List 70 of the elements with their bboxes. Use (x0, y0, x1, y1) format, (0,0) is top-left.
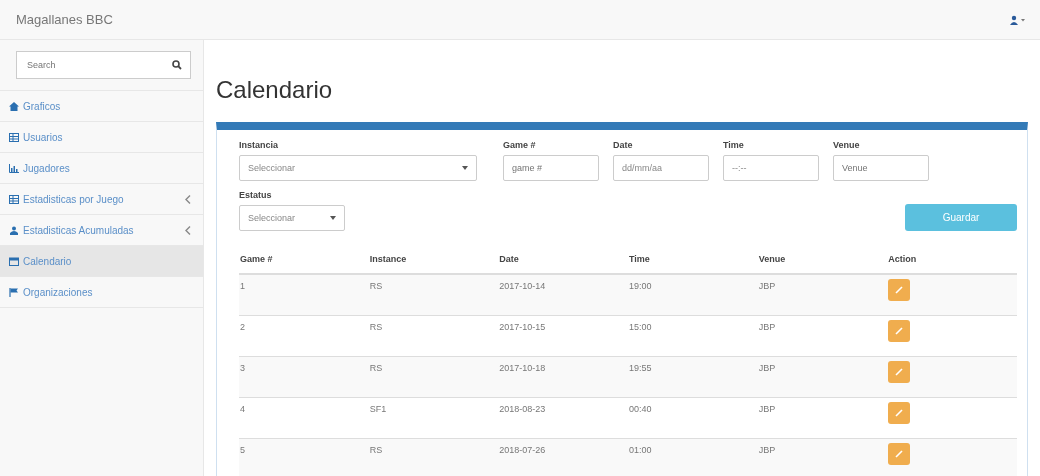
table-cell: 4 (240, 404, 245, 414)
edit-button[interactable] (888, 320, 911, 342)
field-label: Time (723, 140, 745, 150)
page-title: Calendario (216, 76, 334, 104)
table-cell: JBP (758, 322, 776, 332)
calendar-icon (9, 256, 19, 266)
table-cell: 2017-10-14 (499, 281, 546, 291)
search-icon (172, 60, 182, 70)
table-cell: 19:55 (628, 363, 652, 373)
caret-icon (462, 166, 468, 170)
table-cell: JBP (758, 445, 776, 455)
table-cell: JBP (758, 363, 776, 373)
search-field[interactable]: Search (16, 51, 191, 79)
table-cell: 19:00 (628, 281, 652, 291)
table-cell: 2017-10-18 (499, 363, 546, 373)
table-cell: JBP (758, 281, 776, 291)
chevron-icon (185, 225, 191, 235)
column-header: Game # (240, 254, 273, 264)
column-header: Date (499, 254, 519, 264)
caret-icon (330, 216, 336, 220)
field-label: Game # (503, 140, 537, 150)
table-cell: JBP (758, 404, 776, 414)
column-header: Instance (369, 254, 407, 264)
table-cell: 01:00 (628, 445, 652, 455)
text-input[interactable]: game # (503, 155, 599, 181)
text-input[interactable]: --:-- (723, 155, 819, 181)
home-icon (9, 101, 19, 111)
table-cell: 3 (240, 363, 245, 373)
table-cell: 00:40 (628, 404, 652, 414)
user-icon (9, 225, 19, 235)
pencil-icon (894, 408, 905, 418)
sidebar-item[interactable]: Calendario (0, 246, 203, 277)
flag-icon (9, 287, 19, 297)
pencil-icon (894, 449, 905, 459)
instance-select[interactable]: Seleccionar (239, 155, 477, 181)
table-icon (9, 132, 19, 142)
field-label: Date (613, 140, 634, 150)
edit-button[interactable] (888, 279, 911, 301)
edit-button[interactable] (888, 443, 911, 465)
pencil-icon (894, 326, 905, 336)
table-cell: 15:00 (628, 322, 652, 332)
table-cell: RS (369, 281, 383, 291)
chevron-icon (185, 194, 191, 204)
pencil-icon (894, 367, 905, 377)
table-cell: 2018-08-23 (499, 404, 546, 414)
pencil-icon (894, 285, 905, 295)
table-cell: RS (369, 445, 383, 455)
field-label: Estatus (239, 190, 273, 200)
table-icon (9, 194, 19, 204)
text-input[interactable]: dd/mm/aa (613, 155, 709, 181)
brand-title[interactable]: Magallanes BBC (16, 12, 113, 27)
table-cell: 5 (240, 445, 245, 455)
bar-chart-icon (9, 163, 19, 173)
column-header: Action (888, 254, 917, 264)
table-cell: 2 (240, 322, 245, 332)
column-header: Time (628, 254, 650, 264)
table-cell: 1 (240, 281, 245, 291)
table-cell: 2017-10-15 (499, 322, 546, 332)
field-label: Instancia (239, 140, 279, 150)
edit-button[interactable] (888, 361, 911, 383)
status-select[interactable]: Seleccionar (239, 205, 345, 231)
save-button[interactable]: Guardar (905, 204, 1017, 231)
text-input[interactable]: Venue (833, 155, 929, 181)
edit-button[interactable] (888, 402, 911, 424)
table-cell: RS (369, 363, 383, 373)
table-cell: RS (369, 322, 383, 332)
field-label: Venue (833, 140, 861, 150)
table-cell: 2018-07-26 (499, 445, 546, 455)
table-cell: SF1 (369, 404, 387, 414)
column-header: Venue (758, 254, 786, 264)
